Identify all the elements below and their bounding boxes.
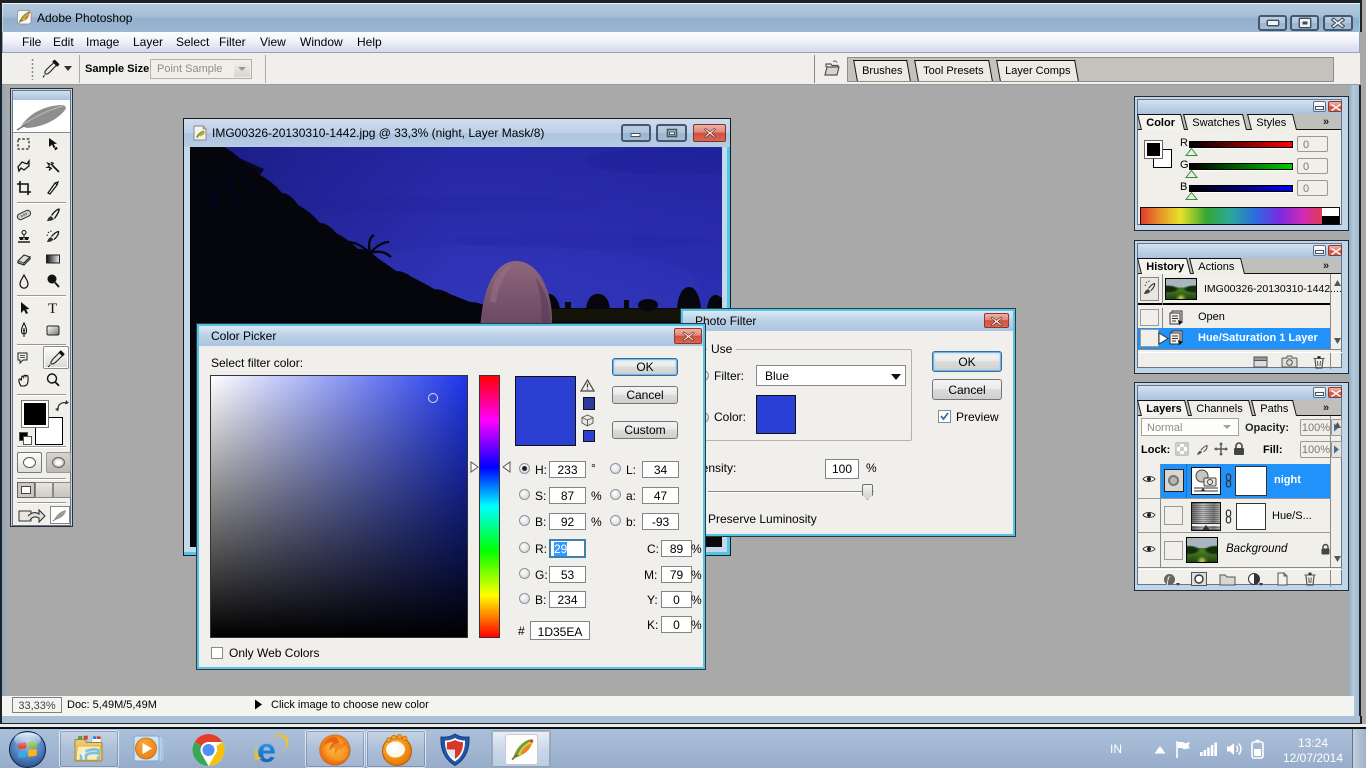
svg-text:e: e bbox=[257, 732, 276, 768]
svg-text:T: T bbox=[48, 301, 57, 316]
